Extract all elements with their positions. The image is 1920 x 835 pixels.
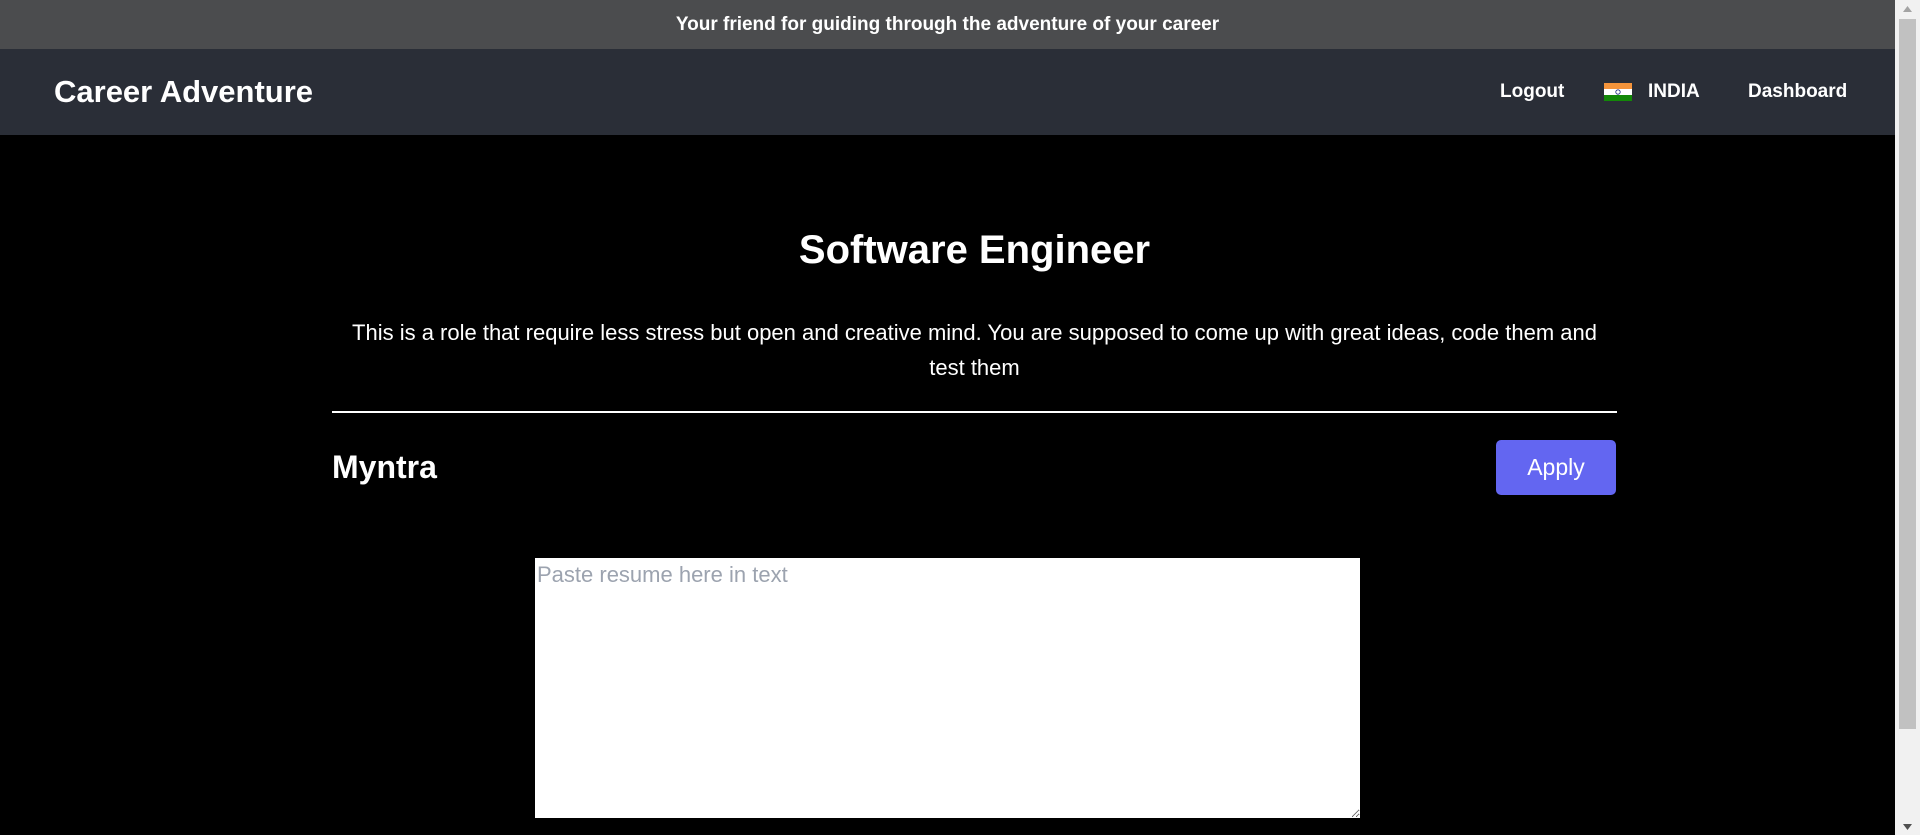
- brand-logo[interactable]: Career Adventure: [54, 49, 313, 135]
- scroll-down-icon[interactable]: [1895, 818, 1920, 835]
- divider: [332, 411, 1617, 413]
- country-label: INDIA: [1648, 81, 1700, 102]
- job-title: Software Engineer: [798, 228, 1151, 272]
- job-description: This is a role that require less stress …: [352, 320, 1597, 380]
- country-selector[interactable]: INDIA: [1604, 49, 1700, 135]
- vertical-scrollbar[interactable]: [1895, 0, 1920, 835]
- scroll-up-icon[interactable]: [1895, 0, 1920, 17]
- resume-textarea[interactable]: [535, 558, 1360, 818]
- navbar: Career Adventure Logout INDIA Dashboard: [0, 49, 1895, 135]
- logout-link[interactable]: Logout: [1500, 49, 1564, 135]
- page: Your friend for guiding through the adve…: [0, 0, 1920, 835]
- company-name: Myntra: [332, 449, 437, 485]
- scrollbar-thumb[interactable]: [1899, 19, 1916, 729]
- india-flag-icon: [1604, 83, 1632, 101]
- announcement-text: Your friend for guiding through the adve…: [675, 13, 1220, 35]
- apply-button[interactable]: Apply: [1496, 440, 1616, 495]
- announcement-bar: Your friend for guiding through the adve…: [0, 0, 1895, 49]
- dashboard-link[interactable]: Dashboard: [1748, 49, 1847, 135]
